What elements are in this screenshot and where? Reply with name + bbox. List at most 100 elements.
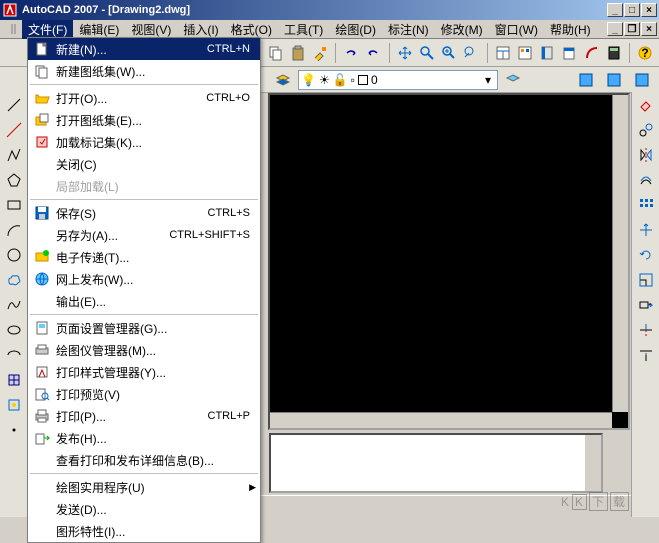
file-menu-item[interactable]: 页面设置管理器(G)...	[28, 317, 260, 339]
insert-block-button[interactable]	[3, 369, 25, 391]
menu-item-label: 网上发布(W)...	[52, 271, 256, 288]
copy-obj-button[interactable]	[635, 119, 657, 141]
file-menu-item: 局部加载(L)	[28, 175, 260, 197]
circle-button[interactable]	[3, 244, 25, 266]
menu-item-shortcut: CTRL+N	[207, 43, 256, 55]
bylayer-2-button[interactable]	[603, 69, 625, 91]
pan-button[interactable]	[395, 42, 415, 64]
line-button[interactable]	[3, 94, 25, 116]
pline-button[interactable]	[3, 144, 25, 166]
zoom-realtime-button[interactable]	[417, 42, 437, 64]
redo-button[interactable]	[363, 42, 383, 64]
bylayer-1-button[interactable]	[575, 69, 597, 91]
menu-dimension[interactable]: 标注(N)	[382, 20, 435, 39]
minimize-button[interactable]: _	[607, 3, 623, 17]
rectangle-button[interactable]	[3, 194, 25, 216]
designcenter-button[interactable]	[515, 42, 535, 64]
file-menu-item[interactable]: 绘图实用程序(U)▶	[28, 476, 260, 498]
menu-insert[interactable]: 插入(I)	[177, 20, 224, 39]
zoom-previous-button[interactable]	[461, 42, 481, 64]
trim-button[interactable]	[635, 319, 657, 341]
stretch-button[interactable]	[635, 294, 657, 316]
file-menu-item[interactable]: 输出(E)...	[28, 290, 260, 312]
layer-previous-button[interactable]	[502, 69, 524, 91]
file-menu-item[interactable]: 网上发布(W)...	[28, 268, 260, 290]
menu-item-label: 另存为(A)...	[52, 227, 169, 244]
file-menu-item[interactable]: 电子传递(T)...	[28, 246, 260, 268]
point-button[interactable]	[3, 419, 25, 441]
menu-item-shortcut: CTRL+S	[208, 207, 257, 219]
maximize-button[interactable]: □	[624, 3, 640, 17]
erase-button[interactable]	[635, 94, 657, 116]
sheet-set-button[interactable]	[559, 42, 579, 64]
extend-button[interactable]	[635, 344, 657, 366]
copy-button[interactable]	[265, 42, 285, 64]
color-swatch	[358, 75, 368, 85]
spline-button[interactable]	[3, 294, 25, 316]
scale-button[interactable]	[635, 269, 657, 291]
menu-edit[interactable]: 编辑(E)	[73, 20, 125, 39]
help-button[interactable]: ?	[635, 42, 655, 64]
offset-button[interactable]	[635, 169, 657, 191]
tool-palettes-button[interactable]	[537, 42, 557, 64]
markup-button[interactable]	[581, 42, 601, 64]
file-menu-item[interactable]: 新建(N)...CTRL+N	[28, 38, 260, 60]
file-menu-item[interactable]: 打印预览(V)	[28, 383, 260, 405]
menu-view[interactable]: 视图(V)	[125, 20, 177, 39]
quickcalc-button[interactable]	[604, 42, 624, 64]
canvas-scrollbar-v[interactable]	[612, 95, 628, 412]
file-menu-item[interactable]: 发布(H)...	[28, 427, 260, 449]
file-menu-item[interactable]: 打开(O)...CTRL+O	[28, 87, 260, 109]
paste-button[interactable]	[288, 42, 308, 64]
move-button[interactable]	[635, 219, 657, 241]
file-menu-item[interactable]: 打印样式管理器(Y)...	[28, 361, 260, 383]
doc-restore-button[interactable]: ❐	[624, 22, 640, 36]
file-menu-item[interactable]: 保存(S)CTRL+S	[28, 202, 260, 224]
menu-window[interactable]: 窗口(W)	[489, 20, 544, 39]
menu-modify[interactable]: 修改(M)	[435, 20, 489, 39]
file-menu-item[interactable]: 关闭(C)	[28, 153, 260, 175]
menu-file[interactable]: 文件(F)	[22, 20, 73, 39]
command-line[interactable]	[269, 433, 603, 493]
menu-item-label: 局部加载(L)	[52, 178, 256, 195]
zoom-window-button[interactable]	[439, 42, 459, 64]
file-menu-item[interactable]: 打开图纸集(E)...	[28, 109, 260, 131]
menu-format[interactable]: 格式(O)	[225, 20, 278, 39]
rotate-button[interactable]	[635, 244, 657, 266]
menu-tools[interactable]: 工具(T)	[278, 20, 329, 39]
revcloud-button[interactable]	[3, 269, 25, 291]
undo-button[interactable]	[341, 42, 361, 64]
make-block-button[interactable]	[3, 394, 25, 416]
menu-help[interactable]: 帮助(H)	[544, 20, 597, 39]
file-menu-item[interactable]: 另存为(A)...CTRL+SHIFT+S	[28, 224, 260, 246]
file-menu-item[interactable]: 加载标记集(K)...	[28, 131, 260, 153]
arc-button[interactable]	[3, 219, 25, 241]
file-menu-item[interactable]: 打印(P)...CTRL+P	[28, 405, 260, 427]
canvas-scrollbar-h[interactable]	[270, 412, 612, 428]
polygon-button[interactable]	[3, 169, 25, 191]
doc-minimize-button[interactable]: _	[607, 22, 623, 36]
file-menu-item[interactable]: 新建图纸集(W)...	[28, 60, 260, 82]
properties-button[interactable]	[492, 42, 512, 64]
ellipse-button[interactable]	[3, 319, 25, 341]
menu-draw[interactable]: 绘图(D)	[329, 20, 382, 39]
model-canvas[interactable]	[268, 93, 630, 430]
layer-combo[interactable]: 💡 ☀ 🔓 ▫ 0 ▾	[298, 70, 498, 90]
cmd-scrollbar-v[interactable]	[585, 435, 601, 491]
doc-close-button[interactable]: ×	[641, 22, 657, 36]
menu-separator	[30, 199, 258, 200]
close-button[interactable]: ×	[641, 3, 657, 17]
layer-dropdown-arrow[interactable]: ▾	[481, 73, 495, 87]
bylayer-3-button[interactable]	[631, 69, 653, 91]
file-menu-item[interactable]: 图形特性(I)...	[28, 520, 260, 542]
mirror-button[interactable]	[635, 144, 657, 166]
file-menu-item[interactable]: 绘图仪管理器(M)...	[28, 339, 260, 361]
xline-button[interactable]	[3, 119, 25, 141]
file-menu-item[interactable]: 查看打印和发布详细信息(B)...	[28, 449, 260, 471]
ellipse-arc-button[interactable]	[3, 344, 25, 366]
file-menu-dropdown: 新建(N)...CTRL+N新建图纸集(W)... 打开(O)...CTRL+O 打…	[27, 37, 261, 543]
match-prop-button[interactable]	[310, 42, 330, 64]
layer-props-button[interactable]	[272, 69, 294, 91]
array-button[interactable]	[635, 194, 657, 216]
menu-item-label: 打开图纸集(E)...	[52, 112, 256, 129]
